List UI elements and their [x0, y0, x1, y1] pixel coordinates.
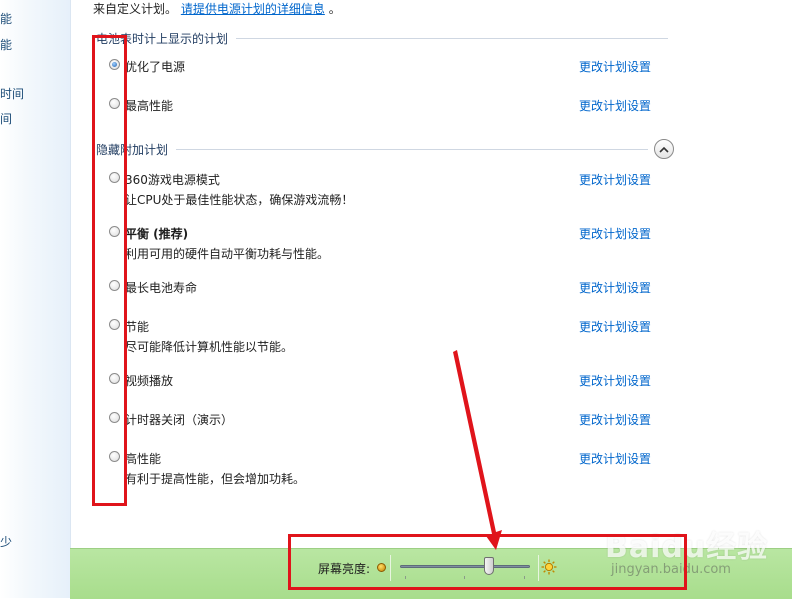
plan-name: 最长电池寿命 [125, 281, 198, 295]
slider-tick [464, 576, 465, 579]
slider-tick [524, 576, 525, 579]
plan-radio[interactable] [109, 451, 120, 462]
plan-details-link[interactable]: 请提供电源计划的详细信息 [181, 2, 325, 16]
brightness-slider-track[interactable] [400, 565, 530, 568]
plan-radio[interactable] [109, 373, 120, 384]
plan-name: 360游戏电源模式 [125, 173, 220, 187]
sidebar-item-fragment[interactable]: 少 [0, 533, 12, 550]
plan-description: 让CPU处于最佳性能状态，确保游戏流畅！ [125, 193, 354, 207]
change-plan-settings-link[interactable]: 更改计划设置 [579, 58, 651, 75]
plan-row: 最长电池寿命 更改计划设置 [0, 279, 680, 319]
plan-row: 高性能 有利于提高性能，但会增加功耗。 更改计划设置 [0, 450, 680, 490]
change-plan-settings-link[interactable]: 更改计划设置 [579, 171, 651, 188]
change-plan-settings-link[interactable]: 更改计划设置 [579, 97, 651, 114]
plan-name: 高性能 [125, 452, 162, 466]
plan-radio[interactable] [109, 280, 120, 291]
change-plan-settings-link[interactable]: 更改计划设置 [579, 372, 651, 389]
watermark-url: jingyan.baidu.com [611, 562, 731, 577]
plan-row: 最高性能 更改计划设置 [0, 97, 680, 137]
plan-radio[interactable] [109, 226, 120, 237]
plan-name: 节能 [125, 320, 150, 334]
group-header-shown: 电池表时计上显示的计划 [96, 30, 668, 46]
plan-name: 平衡 (推荐) [125, 227, 189, 241]
group-header-label: 电池表时计上显示的计划 [96, 31, 229, 46]
sidebar-item-fragment[interactable]: 能 [0, 10, 12, 27]
group-divider [176, 148, 648, 150]
plan-name: 视频播放 [125, 374, 174, 388]
plan-radio[interactable] [109, 59, 120, 70]
plan-radio[interactable] [109, 319, 120, 330]
plan-row: 平衡 (推荐) 利用可用的硬件自动平衡功耗与性能。 更改计划设置 [0, 225, 680, 265]
sidebar-item-fragment[interactable]: 能 [0, 36, 12, 53]
plan-radio[interactable] [109, 172, 120, 183]
plan-radio[interactable] [109, 98, 120, 109]
plan-row: 计时器关闭（演示） 更改计划设置 [0, 411, 680, 451]
bar-separator [538, 555, 539, 581]
plan-row: 360游戏电源模式 让CPU处于最佳性能状态，确保游戏流畅！ 更改计划设置 [0, 171, 680, 211]
bar-separator [390, 555, 391, 581]
collapse-hidden-plans-button[interactable] [654, 139, 674, 159]
dim-brightness-icon [377, 563, 386, 572]
group-divider [236, 37, 668, 39]
chevron-up-icon [659, 146, 669, 153]
change-plan-settings-link[interactable]: 更改计划设置 [579, 450, 651, 467]
intro-text-prefix: 来自定义计划。 [93, 2, 178, 16]
plan-name: 优化了电源 [125, 60, 186, 74]
change-plan-settings-link[interactable]: 更改计划设置 [579, 411, 651, 428]
plan-description: 有利于提高性能，但会增加功耗。 [125, 472, 306, 486]
change-plan-settings-link[interactable]: 更改计划设置 [579, 279, 651, 296]
brightness-label: 屏幕亮度: [318, 562, 371, 576]
slider-tick [405, 576, 406, 579]
change-plan-settings-link[interactable]: 更改计划设置 [579, 318, 651, 335]
plan-row: 视频播放 更改计划设置 [0, 372, 680, 412]
annotation-arrow [453, 350, 502, 550]
intro-text-suffix: 。 [328, 2, 341, 16]
plan-name: 计时器关闭（演示） [125, 413, 234, 427]
plan-description: 利用可用的硬件自动平衡功耗与性能。 [125, 247, 330, 261]
plan-description: 尽可能降低计算机性能以节能。 [125, 340, 294, 354]
plan-row: 优化了电源 更改计划设置 [0, 58, 680, 98]
plan-radio[interactable] [109, 412, 120, 423]
group-header-label: 隐藏附加计划 [96, 142, 169, 157]
group-header-hidden: 隐藏附加计划 [96, 141, 648, 157]
watermark-logo: Baidu经验 [605, 530, 769, 565]
plan-name: 最高性能 [125, 99, 174, 113]
plan-row: 节能 尽可能降低计算机性能以节能。 更改计划设置 [0, 318, 680, 358]
sun-brightness-icon [541, 559, 557, 575]
intro-text: 来自定义计划。 请提供电源计划的详细信息 。 [93, 0, 341, 17]
watermark: Baidu经验 jingyan.baidu.com [605, 520, 785, 580]
change-plan-settings-link[interactable]: 更改计划设置 [579, 225, 651, 242]
